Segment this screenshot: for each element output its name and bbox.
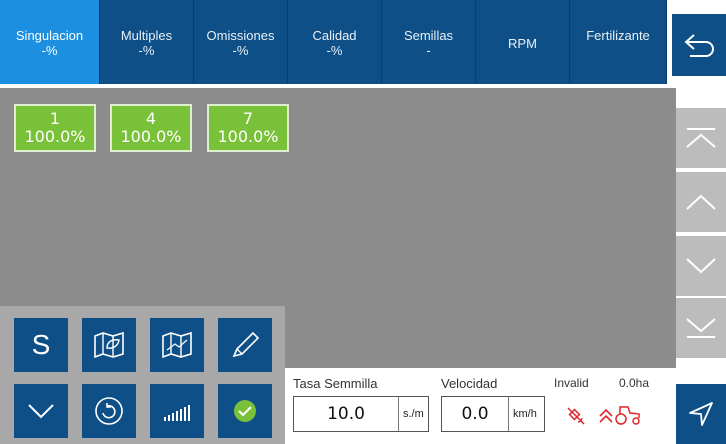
map-leaf-icon <box>94 331 124 359</box>
signal-bars-icon <box>164 405 190 421</box>
gps-status-text: Invalid <box>554 376 589 390</box>
tab-label: RPM <box>508 36 537 51</box>
scroll-top-icon <box>686 128 716 148</box>
check-circle-icon <box>234 400 256 422</box>
scroll-top-button[interactable] <box>676 108 726 168</box>
tab-label: Singulacion <box>15 28 84 43</box>
refresh-button[interactable] <box>82 384 136 438</box>
speed-field[interactable]: 0.0 km/h <box>441 396 545 432</box>
tab-singulacion[interactable]: Singulacion -% <box>0 0 100 84</box>
row-number: 4 <box>145 109 157 128</box>
field-map-button[interactable] <box>82 318 136 372</box>
tab-label: Calidad <box>312 28 357 43</box>
row-card[interactable]: 7 100.0% <box>207 104 289 152</box>
seed-rate-value: 10.0 <box>327 404 365 424</box>
back-arrow-icon <box>684 34 714 57</box>
navigation-button[interactable] <box>676 384 726 444</box>
tab-fertilizante[interactable]: Fertilizante <box>570 0 667 84</box>
row-number: 7 <box>242 109 254 128</box>
tab-label: Omissiones <box>206 28 275 43</box>
map-button[interactable] <box>150 318 204 372</box>
pen-icon <box>232 331 260 358</box>
s-label: S <box>31 329 51 360</box>
area-text: 0.0ha <box>619 376 650 390</box>
tab-omissiones[interactable]: Omissiones -% <box>194 0 288 84</box>
tab-value: -% <box>138 43 155 58</box>
tab-rpm[interactable]: RPM <box>476 0 570 84</box>
refresh-icon <box>95 397 123 425</box>
tab-label: Semillas <box>403 28 454 43</box>
confirm-button[interactable] <box>218 384 272 438</box>
tab-label: Fertilizante <box>586 28 650 43</box>
row-number: 1 <box>49 109 61 128</box>
chevron-up-icon <box>686 194 716 210</box>
s-button[interactable]: S <box>14 318 68 372</box>
scroll-down-button[interactable] <box>676 236 726 296</box>
scroll-up-button[interactable] <box>676 172 726 232</box>
row-singulation: 100.0% <box>217 127 279 146</box>
back-button[interactable] <box>672 14 726 76</box>
tab-label: Multiples <box>120 28 173 43</box>
scroll-bottom-button[interactable] <box>676 298 726 358</box>
seed-rate-field[interactable]: 10.0 s./m <box>293 396 429 432</box>
tab-value: -% <box>41 43 58 58</box>
chevron-down-icon <box>686 258 716 274</box>
row-card[interactable]: 4 100.0% <box>110 104 192 152</box>
chevron-down-icon <box>28 404 54 419</box>
tab-multiples[interactable]: Multiples -% <box>100 0 194 84</box>
calibrate-button[interactable] <box>218 318 272 372</box>
map-icon <box>162 331 192 359</box>
row-card[interactable]: 1 100.0% <box>14 104 96 152</box>
tab-value: -% <box>326 43 343 58</box>
speed-value: 0.0 <box>461 404 489 424</box>
row-singulation: 100.0% <box>120 127 182 146</box>
lift-up-icon <box>599 408 613 423</box>
speed-unit: km/h <box>508 397 541 431</box>
more-button[interactable] <box>14 384 68 438</box>
satellite-off-icon <box>567 407 585 425</box>
scroll-bottom-icon <box>686 318 716 338</box>
tab-value: - <box>426 43 431 58</box>
row-singulation: 100.0% <box>24 127 86 146</box>
tab-calidad[interactable]: Calidad -% <box>288 0 382 84</box>
tab-semillas[interactable]: Semillas - <box>382 0 476 84</box>
rate-ramp-button[interactable] <box>150 384 204 438</box>
tractor-icon <box>615 406 640 425</box>
status-bar: Tasa Semmilla 10.0 s./m Velocidad 0.0 km… <box>285 368 676 444</box>
tab-value: -% <box>232 43 249 58</box>
navigation-arrow-icon <box>689 402 713 426</box>
speed-label: Velocidad <box>441 376 498 391</box>
seed-rate-unit: s./m <box>398 397 428 431</box>
seed-rate-label: Tasa Semmilla <box>293 376 378 391</box>
tab-bar: Singulacion -% Multiples -% Omissiones -… <box>0 0 667 84</box>
